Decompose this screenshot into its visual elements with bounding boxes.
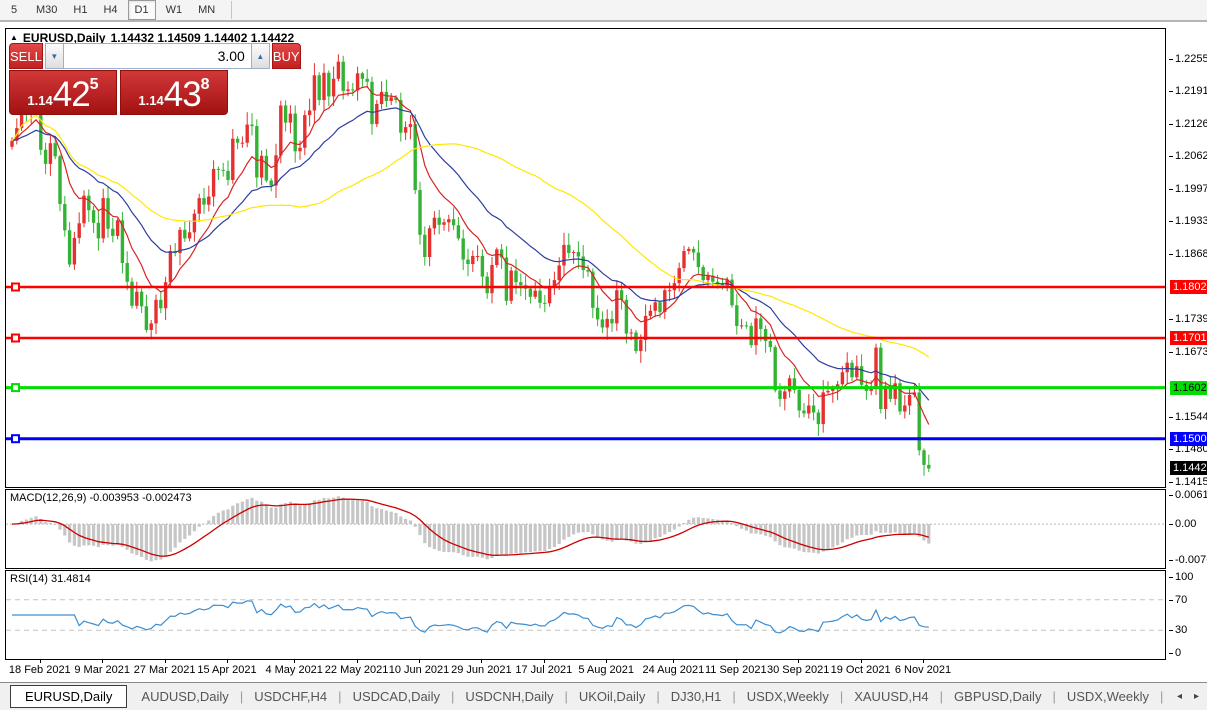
date-tick-mark [673,660,674,663]
timeframe-button-m30[interactable]: M30 [30,0,63,20]
date-label: 5 Aug 2021 [569,664,643,676]
price-axis-tick: 1.19975 [1175,183,1207,195]
date-tick-mark [606,660,607,663]
timeframe-toolbar: 5M30H1H4D1W1MN [0,0,1207,22]
price-axis-tick: 1.18685 [1175,248,1207,260]
rsi-label: RSI(14) 31.4814 [10,573,91,585]
date-tick-mark [357,660,358,663]
price-axis-tick: 1.21265 [1175,118,1207,130]
date-tick-mark [40,660,41,663]
price-axis-tick: 1.17395 [1175,313,1207,325]
date-tick-mark [736,660,737,663]
date-tick-mark [481,660,482,663]
rsi-axis-tick: 30 [1175,624,1187,636]
macd-axis-tick: 0.00 [1175,518,1196,530]
date-label: 6 Nov 2021 [886,664,960,676]
chart-tab-usdx-7[interactable]: USDX,Weekly [739,686,837,707]
price-axis-tick: 1.19330 [1175,215,1207,227]
chart-tab-gbpusd-9[interactable]: GBPUSD,Daily [946,686,1049,707]
hline-price-label: 1.16025 [1170,381,1207,395]
chart-tab-usdcnh-4[interactable]: USDCNH,Daily [457,686,561,707]
macd-axis-tick: 0.006193 [1175,489,1207,501]
tab-separator: | [451,689,454,704]
rsi-axis-tick: 70 [1175,594,1187,606]
chart-tab-audusd-1[interactable]: AUDUSD,Daily [133,686,236,707]
chart-tab-bar: EURUSD,DailyAUDUSD,Daily|USDCHF,H4|USDCA… [0,682,1207,710]
chart-tab-dj30-6[interactable]: DJ30,H1 [663,686,730,707]
rsi-canvas[interactable] [6,571,1165,659]
price-axis-tick: 1.14155 [1175,476,1207,488]
price-axis-tick: 1.20620 [1175,150,1207,162]
sell-price-display[interactable]: 1.14425 [9,70,117,115]
chart-tab-xauusd-8[interactable]: XAUUSD,H4 [846,686,936,707]
date-tick-mark [419,660,420,663]
macd-axis-tick: -0.007621 [1175,554,1207,566]
toolbar-separator [231,1,232,19]
tab-separator: | [656,689,659,704]
tab-separator: | [1052,689,1055,704]
volume-decrease-button[interactable]: ▼ [45,43,64,69]
timeframe-button-h4[interactable]: H4 [97,0,123,20]
price-axis-tick: 1.22555 [1175,53,1207,65]
tab-separator: | [840,689,843,704]
one-click-toggle-icon[interactable]: ▲ [10,33,18,43]
chart-tab-usdcad-3[interactable]: USDCAD,Daily [345,686,448,707]
date-tick-mark [798,660,799,663]
buy-price-display[interactable]: 1.14438 [120,70,228,115]
rsi-pane: RSI(14) 31.4814 [5,570,1166,660]
chart-tab-usdx-10[interactable]: USDX,Weekly [1059,686,1157,707]
price-axis-tick: 1.21910 [1175,85,1207,97]
sell-button[interactable]: SELL [9,43,43,69]
date-label: 15 Apr 2021 [190,664,264,676]
tab-separator: | [338,689,341,704]
tab-separator: | [1160,689,1163,704]
timeframe-button-h1[interactable]: H1 [67,0,93,20]
date-tick-mark [227,660,228,663]
date-tick-mark [102,660,103,663]
one-click-trade-panel: SELL ▼ ▲ BUY 1.14425 1.14438 [9,43,228,115]
tab-separator: | [564,689,567,704]
current-price-label: 1.14422 [1170,461,1207,475]
volume-input[interactable] [64,43,251,69]
timeframe-button-5[interactable]: 5 [2,0,26,20]
buy-button[interactable]: BUY [272,43,301,69]
hline-price-label: 1.15009 [1170,432,1207,446]
price-axis[interactable]: 1.22555 1.21910 1.21265 1.20620 1.19975 1.193… [1167,28,1207,680]
price-axis-tick: 1.16735 [1175,346,1207,358]
tab-separator: | [940,689,943,704]
macd-label: MACD(12,26,9) -0.003953 -0.002473 [10,492,192,504]
date-axis[interactable]: 18 Feb 20219 Mar 202127 Mar 202115 Apr 2… [5,660,1166,680]
tab-separator: | [240,689,243,704]
tabs-scroll-left-icon[interactable]: ◂ [1177,691,1182,702]
timeframe-button-d1[interactable]: D1 [128,0,156,20]
rsi-axis-tick: 0 [1175,647,1181,659]
price-pane: ▲ EURUSD,Daily 1.14432 1.14509 1.14402 1… [5,28,1166,488]
hline-price-label: 1.18024 [1170,280,1207,294]
chart-tab-eurusd-0[interactable]: EURUSD,Daily [10,685,127,708]
timeframe-button-w1[interactable]: W1 [160,0,189,20]
volume-increase-button[interactable]: ▲ [251,43,270,69]
chart-window: ▲ EURUSD,Daily 1.14432 1.14509 1.14402 1… [5,28,1203,680]
chart-tab-ukoil-5[interactable]: UKOil,Daily [571,686,653,707]
tabs-scroll-right-icon[interactable]: ▸ [1194,691,1199,702]
plot-column: ▲ EURUSD,Daily 1.14432 1.14509 1.14402 1… [5,28,1166,660]
hline-price-label: 1.17010 [1170,331,1207,345]
date-tick-mark [923,660,924,663]
rsi-axis-tick: 100 [1175,571,1193,583]
date-tick-mark [294,660,295,663]
price-axis-tick: 1.15445 [1175,411,1207,423]
date-tick-mark [544,660,545,663]
tab-separator: | [732,689,735,704]
date-tick-mark [861,660,862,663]
macd-pane: MACD(12,26,9) -0.003953 -0.002473 [5,489,1166,569]
date-tick-mark [165,660,166,663]
chart-tab-usdchf-2[interactable]: USDCHF,H4 [246,686,335,707]
timeframe-button-mn[interactable]: MN [192,0,221,20]
